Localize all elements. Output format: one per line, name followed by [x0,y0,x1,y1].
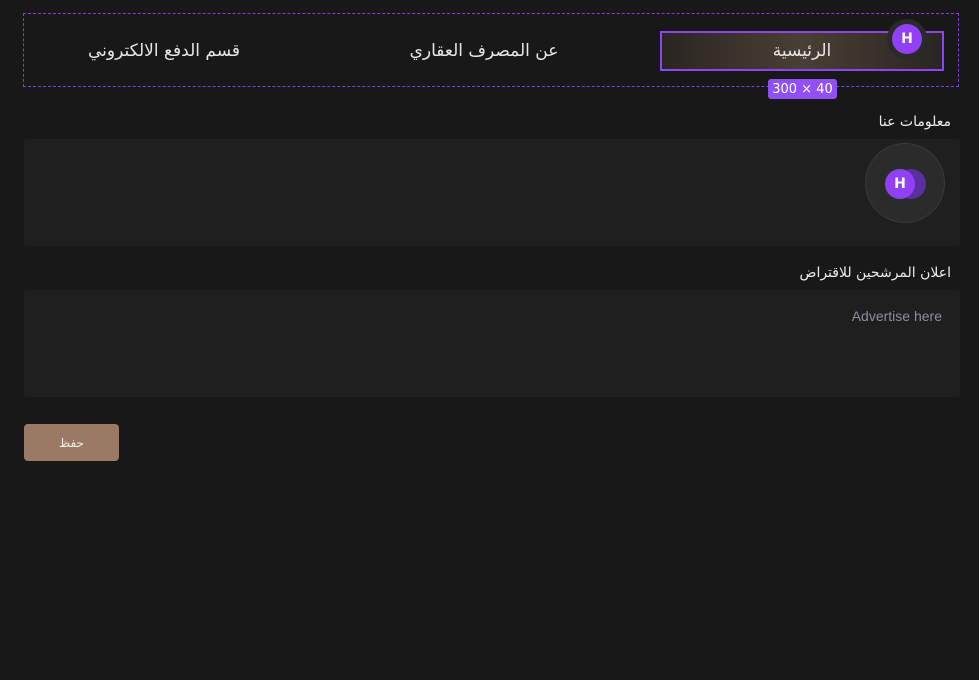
tab-about-real-estate-bank[interactable]: عن المصرف العقاري [314,31,654,71]
ad-field-label: اعلان المرشحين للاقتراض [799,265,951,281]
avatar-letter: H [892,24,922,54]
tab-home-label: الرئيسية [772,41,832,61]
top-nav-tabs: قسم الدفع الالكتروني عن المصرف العقاري ا… [23,13,959,87]
tab-electronic-payment[interactable]: قسم الدفع الالكتروني [44,31,284,71]
about-field-box [24,139,960,246]
save-button[interactable]: حفظ [24,424,119,461]
user-avatar-icon[interactable]: H [887,19,927,59]
tab-electronic-payment-label: قسم الدفع الالكتروني [87,41,241,61]
ad-field-input[interactable] [24,290,960,397]
size-badge: 300 × 40 [768,79,837,99]
ad-field-box [24,290,960,397]
about-field-input[interactable] [24,139,960,246]
floating-avatar-letter: H [885,169,915,199]
about-field-label: معلومات عنا [878,114,951,130]
floating-avatar-bubble[interactable]: H [865,143,945,223]
tab-about-label: عن المصرف العقاري [409,41,559,61]
